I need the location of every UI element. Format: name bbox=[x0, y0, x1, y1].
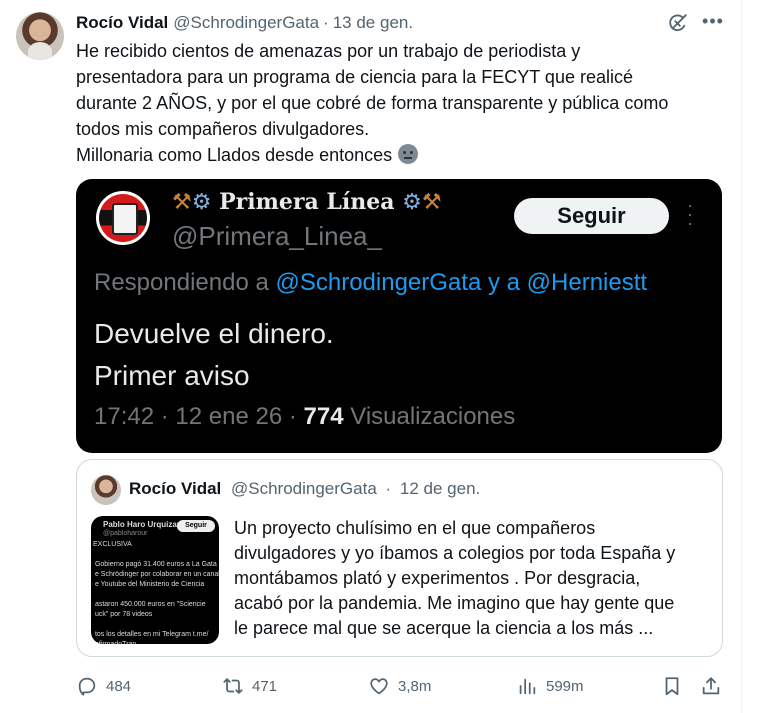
image-views-label: Visualizaciones bbox=[350, 403, 516, 430]
image-reply-line: Devuelve el dinero. bbox=[94, 318, 334, 349]
bookmark-button[interactable] bbox=[661, 672, 683, 700]
image-meta-separator: · bbox=[288, 403, 297, 430]
quoted-tweet[interactable]: Rocío Vidal @SchrodingerGata · 12 de gen… bbox=[76, 459, 723, 657]
image-meta-separator: · bbox=[160, 403, 169, 430]
primera-linea-handle: @Primera_Linea_ bbox=[172, 221, 382, 251]
bookmark-icon bbox=[665, 677, 679, 696]
primera-linea-name-text: Primera Línea bbox=[219, 189, 395, 215]
tweet-text-last-line: Millonaria como Llados desde entonces bbox=[76, 145, 393, 165]
tweet-header: Rocío Vidal @SchrodingerGata · 13 de gen… bbox=[76, 12, 413, 34]
quoted-text-line: Un proyecto chulísimo en el que compañer… bbox=[234, 518, 596, 538]
like-count: 3,8m bbox=[398, 677, 432, 695]
quoted-author-avatar bbox=[91, 475, 121, 505]
share-icon bbox=[702, 677, 720, 695]
gear-icon: ⚙ bbox=[402, 190, 422, 215]
thumb-author-handle: @pabloharour bbox=[103, 530, 148, 537]
image-follow-button: Seguir bbox=[514, 198, 669, 234]
author-name[interactable]: Rocío Vidal bbox=[76, 13, 168, 33]
thumb-follow-button: Seguir bbox=[177, 520, 215, 532]
reply-icon bbox=[78, 677, 96, 696]
views-button[interactable]: 599m bbox=[516, 672, 584, 700]
heart-icon bbox=[370, 678, 388, 695]
reply-button[interactable]: 484 bbox=[76, 672, 131, 700]
tweet-text-line: He recibido cientos de amenazas por un t… bbox=[76, 41, 581, 61]
more-options-icon[interactable]: ••• bbox=[702, 12, 724, 34]
mention-schrodingergata: @SchrodingerGata bbox=[275, 269, 482, 296]
bar-chart-icon bbox=[519, 678, 536, 695]
replying-to-joiner: y a bbox=[487, 269, 520, 296]
quoted-tweet-date: 12 de gen. bbox=[399, 479, 481, 498]
quoted-author-name: Rocío Vidal bbox=[129, 479, 222, 498]
tweet-date[interactable]: 13 de gen. bbox=[333, 13, 413, 33]
thumb-text: EXCLUSIVA Gobierno pagó 31.400 euros a L… bbox=[93, 541, 219, 644]
quoted-tweet-thumbnail[interactable]: Pablo Haro Urquizar @pabloharour Seguir … bbox=[91, 516, 219, 644]
author-handle[interactable]: @SchrodingerGata bbox=[173, 13, 319, 33]
grok-icon[interactable] bbox=[667, 12, 689, 34]
image-reply-meta: 17:42 · 12 ene 26 · 774 Visualizaciones bbox=[94, 403, 515, 431]
gear-icon: ⚙ bbox=[191, 190, 212, 215]
action-bar: 484 471 3,8m 599m bbox=[76, 672, 736, 700]
quoted-header-separator: · bbox=[385, 479, 392, 498]
reply-count: 484 bbox=[106, 677, 132, 695]
quoted-text-line: acabó por la pandemia. Me imagino que ha… bbox=[234, 593, 675, 613]
author-avatar[interactable] bbox=[16, 12, 64, 60]
column-divider bbox=[741, 0, 742, 713]
like-button[interactable]: 3,8m bbox=[368, 672, 431, 700]
image-date: 12 ene 26 bbox=[175, 403, 283, 430]
quoted-text-line: montábamos plató y experimentos . Por de… bbox=[234, 568, 641, 588]
quoted-tweet-text: Un proyecto chulísimo en el que compañer… bbox=[234, 516, 714, 641]
tweet-text-line: Millonaria como Llados desde entonces bbox=[76, 142, 736, 168]
image-time: 17:42 bbox=[94, 403, 155, 430]
hammer-pick-icon: ⚒ bbox=[421, 190, 442, 215]
primera-linea-avatar bbox=[96, 191, 150, 245]
image-views-count: 774 bbox=[303, 403, 344, 430]
quoted-author-handle: @SchrodingerGata bbox=[231, 479, 377, 498]
quoted-text-line: le parece mal que se acerque la ciencia … bbox=[234, 618, 654, 638]
views-count: 599m bbox=[546, 677, 584, 695]
primera-linea-name: ⚒⚙ Primera Línea ⚙⚒ bbox=[172, 189, 442, 215]
quoted-text-line: divulgadores y yo íbamos a colegios por … bbox=[234, 543, 676, 563]
replying-to: Respondiendo a @SchrodingerGata y a @Her… bbox=[94, 269, 647, 297]
hammer-pick-icon: ⚒ bbox=[172, 190, 192, 215]
image-more-icon: · · · bbox=[687, 195, 693, 233]
tweet-text: He recibido cientos de amenazas por un t… bbox=[76, 38, 736, 168]
share-button[interactable] bbox=[700, 672, 722, 700]
tweet-text-line: presentadora para un programa de ciencia… bbox=[76, 67, 633, 87]
repost-count: 471 bbox=[252, 677, 278, 695]
tweet-text-line: durante 2 AÑOS, y por el que cobré de fo… bbox=[76, 93, 669, 113]
mention-herniestt: @Herniestt bbox=[526, 269, 648, 296]
neutral-face-emoji-icon bbox=[398, 144, 419, 164]
repost-icon bbox=[223, 678, 243, 694]
replying-to-prefix: Respondiendo a bbox=[94, 269, 269, 296]
header-separator: · bbox=[323, 13, 329, 32]
tweet-text-line: todos mis compañeros divulgadores. bbox=[76, 119, 370, 139]
screenshot-image[interactable]: ⚒⚙ Primera Línea ⚙⚒ @Primera_Linea_ Segu… bbox=[76, 179, 722, 453]
repost-button[interactable]: 471 bbox=[222, 672, 277, 700]
quoted-tweet-header: Rocío Vidal @SchrodingerGata · 12 de gen… bbox=[129, 479, 480, 499]
image-reply-line: Primer aviso bbox=[94, 360, 250, 391]
image-reply-text: Devuelve el dinero. Primer aviso bbox=[94, 313, 334, 397]
